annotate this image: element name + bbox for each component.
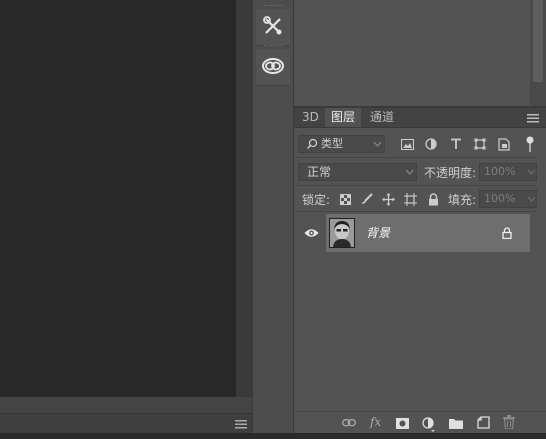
- canvas-vertical-scrollbar[interactable]: [236, 0, 252, 397]
- panel-grip[interactable]: [264, 5, 284, 8]
- opacity-input[interactable]: 100%: [479, 163, 537, 181]
- link-layers-icon[interactable]: [342, 416, 356, 430]
- collapsed-panel-strip: [252, 0, 294, 433]
- folder-icon[interactable]: [449, 416, 463, 430]
- layer-name[interactable]: 背景: [366, 224, 390, 241]
- svg-text:fx: fx: [369, 415, 381, 429]
- lock-label: 锁定:: [302, 193, 331, 207]
- libraries-panel-button[interactable]: [256, 49, 290, 86]
- blend-mode-select[interactable]: 正常: [298, 163, 417, 181]
- layer-filter-select[interactable]: 类型: [298, 135, 385, 153]
- new-layer-icon[interactable]: [476, 415, 490, 429]
- tools-icon: [262, 15, 284, 40]
- adjustment-layer-icon[interactable]: [422, 416, 436, 432]
- tab-layers[interactable]: 图层: [325, 108, 362, 127]
- layers-panel-footer: fx: [294, 411, 546, 433]
- chevron-down-icon: [526, 168, 536, 176]
- filter-type-label: 类型: [321, 137, 343, 150]
- layer-visibility-toggle[interactable]: [296, 214, 324, 252]
- divider: [296, 157, 536, 158]
- trash-icon[interactable]: [502, 415, 516, 429]
- search-icon: [305, 137, 319, 151]
- tab-channels[interactable]: 通道: [364, 108, 400, 127]
- adjustment-filter-icon[interactable]: [424, 137, 438, 151]
- creative-cloud-icon: [261, 56, 285, 79]
- lock-all-icon[interactable]: [426, 192, 440, 206]
- lock-transparent-pixels-icon[interactable]: [338, 192, 352, 206]
- properties-panel-button[interactable]: [256, 9, 290, 46]
- eye-icon: [303, 227, 319, 239]
- layers-panel-tabbar: 3D 图层 通道: [294, 108, 546, 128]
- lock-position-icon[interactable]: [381, 192, 395, 206]
- lock-icon: [501, 226, 513, 240]
- divider: [296, 185, 536, 186]
- opacity-label: 不透明度:: [424, 166, 477, 180]
- tab-3d[interactable]: 3D: [296, 108, 325, 127]
- layer-row[interactable]: 背景: [326, 214, 530, 252]
- opacity-value: 100%: [484, 165, 516, 178]
- shape-filter-icon[interactable]: [473, 137, 487, 151]
- fx-icon[interactable]: fx: [368, 414, 386, 430]
- document-canvas[interactable]: [0, 0, 236, 397]
- lock-artboard-icon[interactable]: [403, 192, 417, 206]
- blend-mode-value: 正常: [307, 165, 332, 179]
- smart-object-filter-icon[interactable]: [497, 137, 511, 151]
- fill-input[interactable]: 100%: [479, 190, 537, 208]
- chevron-down-icon: [526, 195, 536, 203]
- status-bar: [0, 433, 546, 439]
- canvas-horizontal-scrollbar[interactable]: [0, 397, 252, 413]
- panel-grip[interactable]: [264, 45, 284, 48]
- upper-panel: [294, 0, 546, 106]
- chevron-down-icon: [404, 168, 414, 176]
- scrollbar-thumb[interactable]: [533, 0, 543, 82]
- layer-mask-icon[interactable]: [395, 416, 409, 430]
- filter-toggle-switch[interactable]: [525, 135, 535, 153]
- timeline-strip: [0, 413, 252, 434]
- fill-label: 填充:: [448, 193, 477, 207]
- divider: [296, 211, 536, 212]
- chevron-down-icon: [372, 140, 382, 148]
- image-filter-icon[interactable]: [400, 137, 414, 151]
- lock-image-pixels-icon[interactable]: [360, 192, 374, 206]
- layer-thumbnail: [329, 218, 355, 248]
- fill-value: 100%: [484, 192, 516, 205]
- hamburger-menu-icon[interactable]: [234, 418, 248, 430]
- panel-menu-icon[interactable]: [526, 112, 540, 124]
- type-filter-icon[interactable]: [449, 137, 463, 151]
